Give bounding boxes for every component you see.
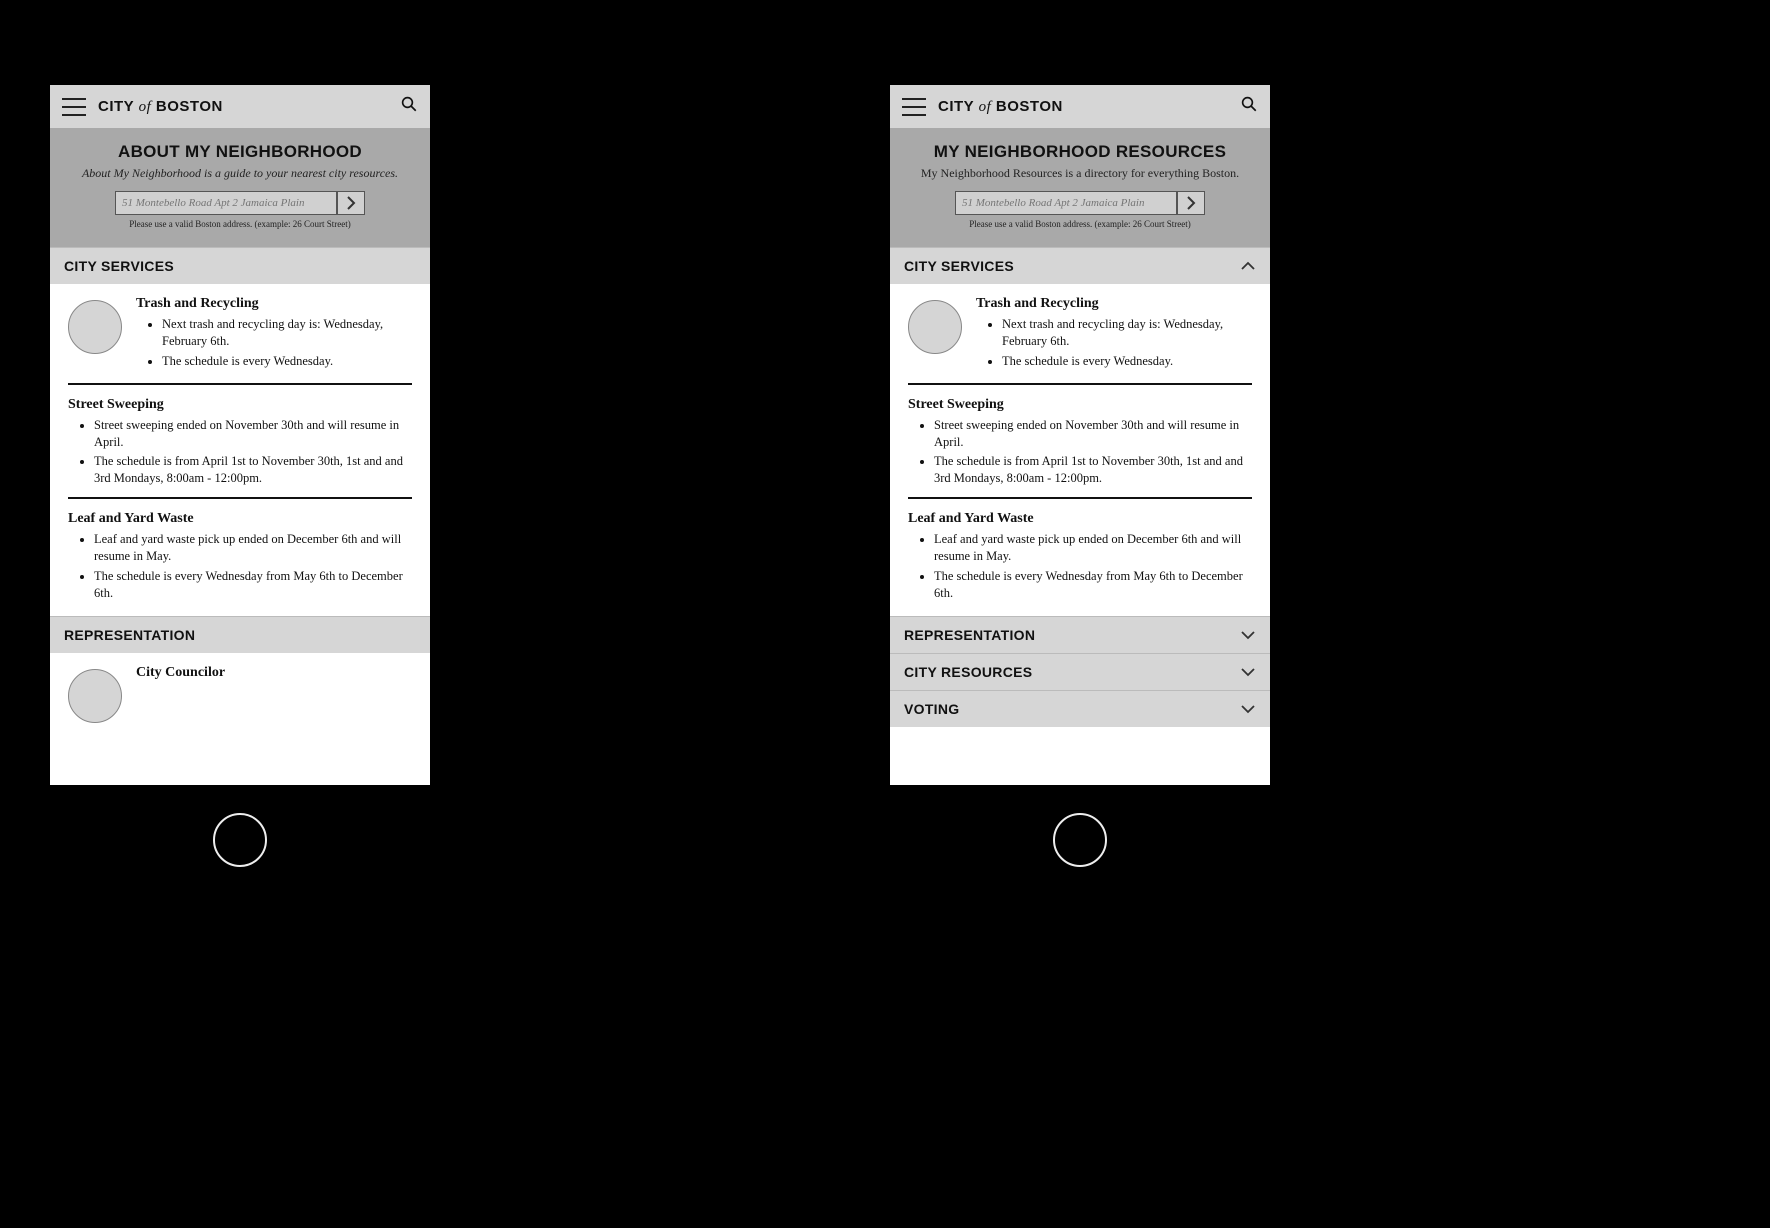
- service-title: Trash and Recycling: [976, 296, 1252, 312]
- address-help-text: Please use a valid Boston address. (exam…: [900, 219, 1260, 229]
- page-subtitle: My Neighborhood Resources is a directory…: [900, 166, 1260, 181]
- phone-mockup-right: CITY of BOSTON MY NEIGHBORHOOD RESOURCES…: [890, 85, 1270, 867]
- service-detail: The schedule is every Wednesday from May…: [94, 568, 412, 602]
- rep-city-councilor: City Councilor: [68, 665, 412, 723]
- brand-of: of: [979, 99, 992, 115]
- section-label: VOTING: [904, 701, 959, 717]
- section-city-resources[interactable]: CITY RESOURCES: [890, 653, 1270, 690]
- service-detail: Next trash and recycling day is: Wednesd…: [162, 316, 412, 350]
- home-button[interactable]: [213, 813, 267, 867]
- section-label: REPRESENTATION: [904, 627, 1035, 643]
- section-representation[interactable]: REPRESENTATION: [890, 616, 1270, 653]
- chevron-down-icon: [1240, 701, 1256, 717]
- section-label: CITY SERVICES: [904, 258, 1014, 274]
- address-submit-button[interactable]: [1177, 191, 1205, 215]
- service-detail: The schedule is from April 1st to Novemb…: [94, 453, 412, 487]
- hero-address-block: ABOUT MY NEIGHBORHOOD About My Neighborh…: [50, 128, 430, 247]
- brand-city: CITY: [98, 98, 134, 115]
- brand-logo[interactable]: CITY of BOSTON: [98, 98, 223, 116]
- service-leaf-yard: Leaf and Yard Waste Leaf and yard waste …: [68, 511, 412, 602]
- address-submit-button[interactable]: [337, 191, 365, 215]
- hero-address-block: MY NEIGHBORHOOD RESOURCES My Neighborhoo…: [890, 128, 1270, 247]
- section-city-services[interactable]: CITY SERVICES: [890, 247, 1270, 284]
- trash-icon: [68, 300, 122, 354]
- trash-icon: [908, 300, 962, 354]
- section-label: CITY RESOURCES: [904, 664, 1032, 680]
- service-detail: Street sweeping ended on November 30th a…: [934, 417, 1252, 451]
- brand-boston: BOSTON: [996, 98, 1063, 115]
- screen: CITY of BOSTON ABOUT MY NEIGHBORHOOD Abo…: [50, 85, 430, 785]
- rep-title: City Councilor: [136, 665, 225, 681]
- page-title: ABOUT MY NEIGHBORHOOD: [60, 142, 420, 162]
- service-detail: Next trash and recycling day is: Wednesd…: [1002, 316, 1252, 350]
- city-services-body: Trash and Recycling Next trash and recyc…: [50, 284, 430, 616]
- service-title: Leaf and Yard Waste: [68, 511, 412, 527]
- service-leaf-yard: Leaf and Yard Waste Leaf and yard waste …: [908, 511, 1252, 602]
- service-title: Leaf and Yard Waste: [908, 511, 1252, 527]
- page-subtitle: About My Neighborhood is a guide to your…: [60, 166, 420, 181]
- brand-of: of: [139, 99, 152, 115]
- search-icon[interactable]: [400, 95, 418, 118]
- chevron-down-icon: [1240, 627, 1256, 643]
- service-detail: The schedule is from April 1st to Novemb…: [934, 453, 1252, 487]
- divider: [908, 497, 1252, 499]
- service-detail: The schedule is every Wednesday.: [162, 353, 412, 370]
- service-street-sweeping: Street Sweeping Street sweeping ended on…: [908, 397, 1252, 488]
- home-button[interactable]: [1053, 813, 1107, 867]
- section-city-services[interactable]: CITY SERVICES: [50, 247, 430, 284]
- top-bar: CITY of BOSTON: [50, 85, 430, 128]
- menu-icon[interactable]: [62, 98, 86, 116]
- service-detail: The schedule is every Wednesday.: [1002, 353, 1252, 370]
- section-voting[interactable]: VOTING: [890, 690, 1270, 727]
- section-label: CITY SERVICES: [64, 258, 174, 274]
- service-street-sweeping: Street Sweeping Street sweeping ended on…: [68, 397, 412, 488]
- brand-boston: BOSTON: [156, 98, 223, 115]
- divider: [68, 497, 412, 499]
- address-help-text: Please use a valid Boston address. (exam…: [60, 219, 420, 229]
- chevron-down-icon: [1240, 664, 1256, 680]
- section-representation[interactable]: REPRESENTATION: [50, 616, 430, 653]
- address-input[interactable]: [115, 191, 337, 215]
- service-trash: Trash and Recycling Next trash and recyc…: [68, 296, 412, 373]
- service-title: Trash and Recycling: [136, 296, 412, 312]
- divider: [908, 383, 1252, 385]
- chevron-up-icon: [1240, 258, 1256, 274]
- phone-mockup-left: CITY of BOSTON ABOUT MY NEIGHBORHOOD Abo…: [50, 85, 430, 867]
- address-input[interactable]: [955, 191, 1177, 215]
- service-detail: Leaf and yard waste pick up ended on Dec…: [94, 531, 412, 565]
- brand-logo[interactable]: CITY of BOSTON: [938, 98, 1063, 116]
- service-title: Street Sweeping: [908, 397, 1252, 413]
- section-label: REPRESENTATION: [64, 627, 195, 643]
- service-trash: Trash and Recycling Next trash and recyc…: [908, 296, 1252, 373]
- service-detail: Street sweeping ended on November 30th a…: [94, 417, 412, 451]
- service-title: Street Sweeping: [68, 397, 412, 413]
- brand-city: CITY: [938, 98, 974, 115]
- search-icon[interactable]: [1240, 95, 1258, 118]
- menu-icon[interactable]: [902, 98, 926, 116]
- representation-body: City Councilor: [50, 653, 430, 737]
- city-services-body: Trash and Recycling Next trash and recyc…: [890, 284, 1270, 616]
- councilor-icon: [68, 669, 122, 723]
- page-title: MY NEIGHBORHOOD RESOURCES: [900, 142, 1260, 162]
- service-detail: Leaf and yard waste pick up ended on Dec…: [934, 531, 1252, 565]
- divider: [68, 383, 412, 385]
- screen: CITY of BOSTON MY NEIGHBORHOOD RESOURCES…: [890, 85, 1270, 785]
- top-bar: CITY of BOSTON: [890, 85, 1270, 128]
- service-detail: The schedule is every Wednesday from May…: [934, 568, 1252, 602]
